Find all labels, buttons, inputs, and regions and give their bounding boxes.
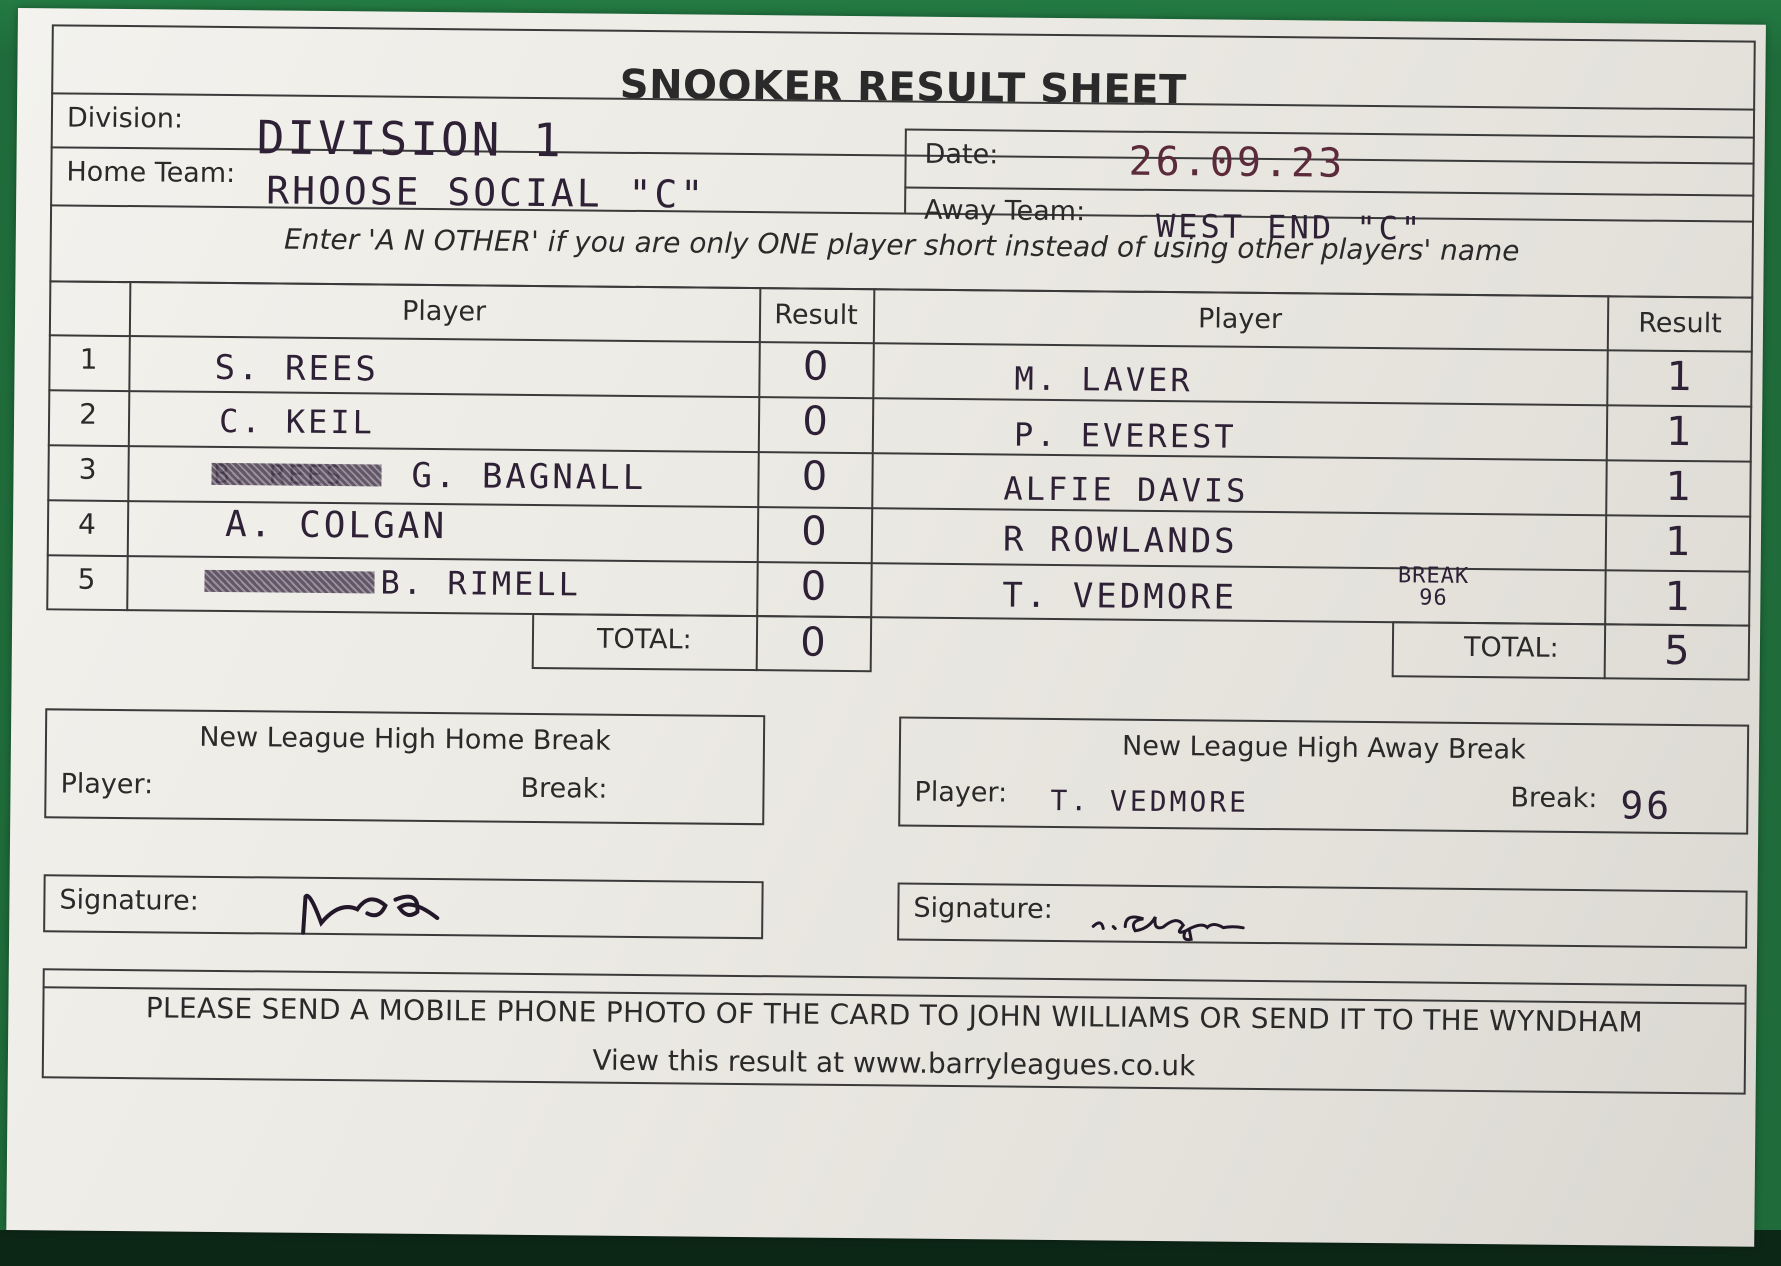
- frame-number: 1: [79, 342, 98, 376]
- home-team-value: RHOOSE SOCIAL "C": [266, 168, 707, 217]
- away-player: ALFIE DAVIS: [1003, 469, 1249, 510]
- home-player: C. KEIL: [218, 401, 376, 442]
- away-total-label: TOTAL:: [1463, 631, 1559, 664]
- away-result: 1: [1665, 463, 1692, 511]
- home-player: G. BAGNALL: [411, 455, 647, 499]
- frame-number: 3: [78, 452, 97, 486]
- home-player: S. REES: [214, 347, 380, 390]
- result-sheet: SNOOKER RESULT SHEET Division: DIVISION …: [6, 8, 1766, 1247]
- home-total-label: TOTAL:: [596, 623, 692, 656]
- away-result: 1: [1666, 408, 1692, 456]
- crossed-out-scribble: [211, 462, 382, 487]
- home-result: 0: [801, 508, 827, 555]
- high-home-break-label: Break:: [520, 772, 608, 805]
- away-result: 1: [1664, 518, 1691, 566]
- home-player: B. RIMELL: [380, 563, 582, 604]
- away-result: 1: [1664, 573, 1691, 621]
- away-result-header: Result: [1638, 307, 1722, 340]
- away-player: M. LAVER: [1014, 359, 1193, 400]
- away-team-label: Away Team:: [923, 194, 1086, 228]
- home-result: 0: [802, 398, 829, 445]
- home-team-label: Home Team:: [66, 156, 236, 190]
- date-label: Date:: [924, 138, 999, 171]
- frame-number: 5: [77, 562, 96, 596]
- frame-number: 2: [79, 397, 98, 431]
- division-value: DIVISION 1: [256, 110, 564, 168]
- high-away-player-value: T. VEDMORE: [1050, 783, 1250, 819]
- home-total-value: 0: [799, 619, 826, 666]
- high-home-player-label: Player:: [60, 768, 154, 801]
- home-player: A. COLGAN: [224, 504, 448, 548]
- home-result: 0: [800, 563, 827, 610]
- home-result: 0: [801, 453, 828, 500]
- away-signature-label: Signature:: [913, 892, 1053, 925]
- away-result: 1: [1666, 353, 1693, 401]
- away-player: R ROWLANDS: [1002, 519, 1238, 562]
- home-result-header: Result: [774, 299, 858, 332]
- high-away-player-label: Player:: [914, 776, 1008, 809]
- crossed-out-scribble: [204, 569, 375, 594]
- high-away-break-value: 96: [1620, 783, 1673, 828]
- date-value: 26.09.23: [1128, 138, 1346, 187]
- home-signature-image: [301, 893, 440, 935]
- away-player: P. EVEREST: [1013, 415, 1237, 456]
- frame-number: 4: [77, 507, 97, 541]
- home-result: 0: [802, 343, 829, 390]
- division-label: Division:: [66, 102, 184, 135]
- away-total-value: 5: [1663, 627, 1690, 675]
- away-player: T. VEDMORE: [1002, 575, 1238, 618]
- away-signature-image: [1091, 915, 1245, 942]
- break-note: BREAK 96: [1397, 563, 1470, 611]
- high-away-break-label: Break:: [1510, 782, 1598, 815]
- home-signature-label: Signature:: [59, 884, 199, 917]
- home-player-header: Player: [401, 295, 487, 328]
